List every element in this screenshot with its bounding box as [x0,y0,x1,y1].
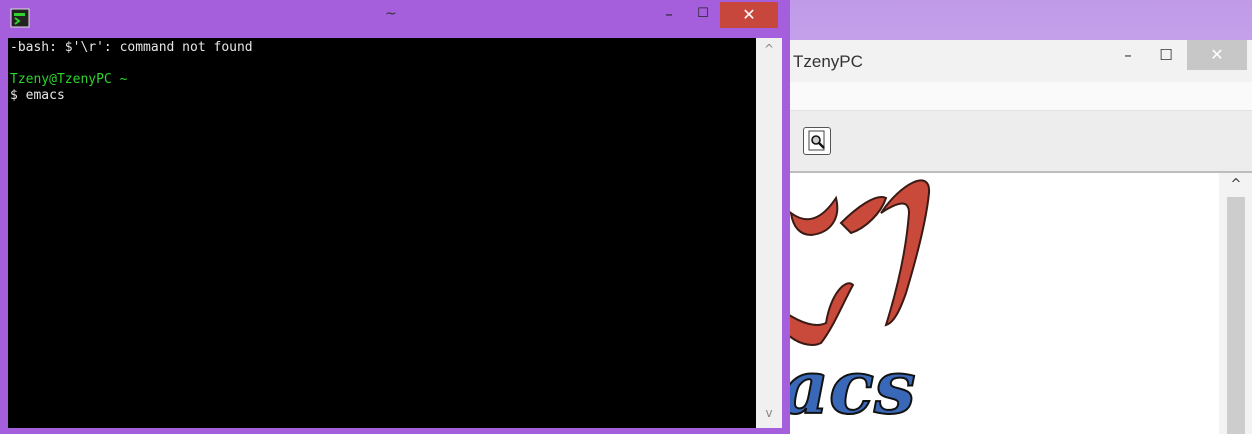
terminal-command-line: $ emacs [10,88,65,103]
terminal-title-bar[interactable]: ~ – ☐ ✕ [0,0,790,38]
terminal-maximize-button[interactable]: ☐ [690,2,716,26]
terminal-window[interactable]: ~ – ☐ ✕ -bash: $'\r': command not found … [0,0,790,434]
search-file-icon[interactable] [803,127,831,155]
terminal-scroll-down-icon[interactable]: v [756,406,782,422]
terminal-window-title: ~ [385,6,397,22]
emacs-toolbar [781,111,1252,173]
terminal-app-icon[interactable] [10,8,30,28]
terminal-error-line: -bash: $'\r': command not found [10,40,253,55]
terminal-scrollbar[interactable]: ^ v [756,38,782,428]
terminal-minimize-button[interactable]: – [656,2,682,26]
emacs-window-title: TzenyPC [793,52,863,71]
emacs-minimize-button[interactable]: – [1111,40,1145,70]
emacs-menu-bar[interactable] [781,82,1252,111]
svg-text:acs: acs [781,345,916,431]
emacs-scroll-up-icon[interactable]: ^ [1227,177,1245,193]
emacs-logo: acs [781,179,931,432]
emacs-window[interactable]: TzenyPC – ☐ ✕ acs ^ [780,40,1252,434]
terminal-scroll-up-icon[interactable]: ^ [756,42,782,58]
emacs-splash-area: acs [781,173,1219,434]
terminal-close-button[interactable]: ✕ [720,2,778,28]
emacs-close-button[interactable]: ✕ [1187,40,1247,70]
terminal-prompt-line: Tzeny@TzenyPC ~ [10,72,128,87]
emacs-scrollbar[interactable]: ^ [1219,173,1252,434]
emacs-title-bar[interactable]: TzenyPC – ☐ ✕ [781,40,1252,82]
emacs-scroll-thumb[interactable] [1227,197,1245,434]
terminal-output[interactable]: -bash: $'\r': command not found Tzeny@Tz… [8,38,756,428]
emacs-maximize-button[interactable]: ☐ [1149,40,1183,70]
